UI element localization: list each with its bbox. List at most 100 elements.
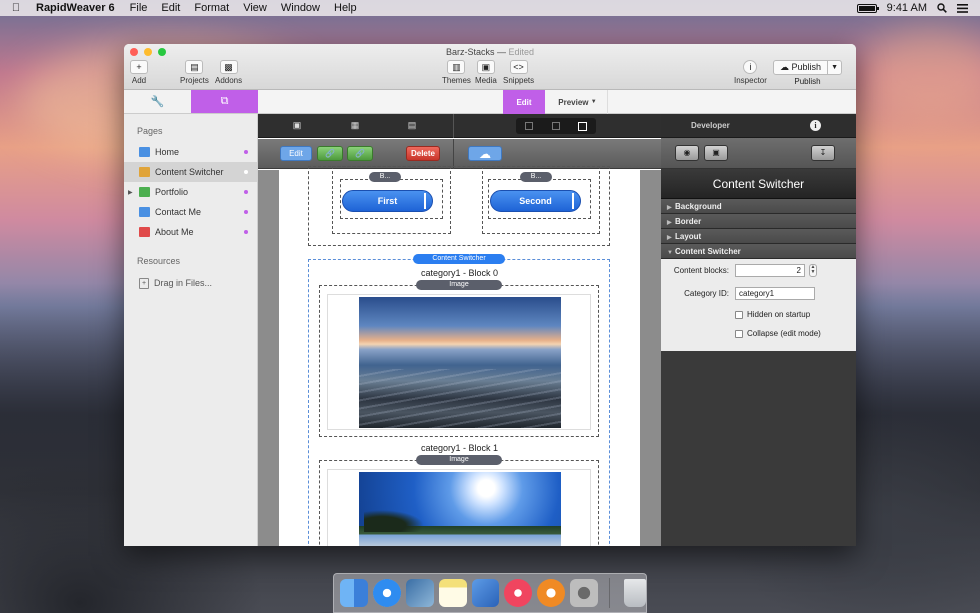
edit-button[interactable]: Edit xyxy=(280,146,312,161)
menu-edit[interactable]: Edit xyxy=(154,2,187,14)
inspector-panel: Developer i ◉ ▣ ↧ Content Switcher ▶ Back… xyxy=(661,114,856,546)
system-preferences-icon[interactable] xyxy=(570,579,599,607)
info-icon[interactable]: i xyxy=(810,120,821,131)
sidebar-item-home[interactable]: Home xyxy=(124,142,257,162)
tab-preview[interactable]: Preview ▼ xyxy=(548,90,608,114)
inspector-button[interactable]: i Inspector xyxy=(734,60,767,85)
publish-group: ☁ Publish ▼ Publish xyxy=(773,60,843,86)
menu-format[interactable]: Format xyxy=(187,2,236,14)
stack-cube-icon[interactable]: ▣ xyxy=(291,120,303,131)
status-dot xyxy=(244,230,248,234)
snippets-button[interactable]: <> Snippets xyxy=(503,60,534,85)
pages-heading: Pages xyxy=(137,126,163,136)
themes-button[interactable]: ▥ Themes xyxy=(442,60,471,85)
sidebar-item-contact-me[interactable]: Contact Me xyxy=(124,202,257,222)
app-menu[interactable]: RapidWeaver 6 xyxy=(28,2,123,14)
collapse-edit-mode-checkbox[interactable]: Collapse (edit mode) xyxy=(735,329,821,338)
menu-view[interactable]: View xyxy=(236,2,274,14)
trash-icon[interactable] xyxy=(624,579,647,607)
edit-canvas: B... First B... Second Content Switcher … xyxy=(258,166,661,546)
apple-menu-icon[interactable]:  xyxy=(4,2,28,14)
menu-window[interactable]: Window xyxy=(274,2,327,14)
notification-center-icon[interactable] xyxy=(957,3,968,13)
wrench-icon: 🔧 xyxy=(150,96,165,108)
menu-help[interactable]: Help xyxy=(327,2,364,14)
export-button[interactable]: ↧ xyxy=(811,145,835,161)
safari-icon[interactable] xyxy=(372,579,401,607)
link-button[interactable]: 🔗 xyxy=(317,146,343,161)
button-stack-pill[interactable]: B... xyxy=(520,172,552,182)
visibility-button[interactable]: ◉ xyxy=(675,145,699,161)
content-blocks-stepper[interactable]: ▲ ▼ xyxy=(809,264,817,277)
tab-pages[interactable]: ⧉ xyxy=(191,90,258,113)
inspector-tools: ◉ ▣ ↧ xyxy=(661,138,856,169)
developer-label: Developer xyxy=(691,121,730,130)
addons-icon: ▩ xyxy=(219,60,238,74)
unlink-button[interactable]: 🔗 xyxy=(347,146,373,161)
title-bar: Barz-Stacks — Edited + Add ▤ Projects ▩ Add… xyxy=(124,44,856,90)
addons-button[interactable]: ▩ Addons xyxy=(215,60,242,85)
image-icon[interactable]: ▤ xyxy=(406,120,418,131)
content-switcher-label[interactable]: Content Switcher xyxy=(413,254,505,264)
menu-file[interactable]: File xyxy=(123,2,155,14)
category-id-field[interactable]: category1 xyxy=(735,287,815,300)
width-full-button[interactable] xyxy=(569,118,596,134)
sidebar: Pages Home Content Switcher ▶ Portfolio … xyxy=(124,114,258,546)
first-button[interactable]: First xyxy=(342,190,433,212)
content-blocks-field[interactable]: 2 xyxy=(735,264,805,277)
layout-icon[interactable]: ▦ xyxy=(349,120,361,131)
tab-edit[interactable]: Edit xyxy=(503,90,545,114)
itunes-icon[interactable] xyxy=(504,579,533,607)
hidden-on-startup-checkbox[interactable]: Hidden on startup xyxy=(735,310,810,319)
mail-icon[interactable] xyxy=(405,579,434,607)
tab-settings[interactable]: 🔧 xyxy=(124,90,191,113)
button-stack-pill[interactable]: B... xyxy=(369,172,401,182)
cloud-button[interactable]: ☁ xyxy=(468,146,502,161)
sidebar-item-content-switcher[interactable]: Content Switcher xyxy=(124,162,257,182)
publish-dropdown-arrow-icon[interactable]: ▼ xyxy=(827,61,841,74)
delete-button[interactable]: Delete xyxy=(406,146,440,161)
beach-sunset-image[interactable] xyxy=(359,297,561,428)
resources-heading: Resources xyxy=(137,256,181,266)
dock xyxy=(333,573,647,613)
app-window: Barz-Stacks — Edited + Add ▤ Projects ▩ Add… xyxy=(124,44,856,546)
page-icon xyxy=(139,227,150,237)
rapidweaver-icon[interactable] xyxy=(471,579,500,607)
content-blocks-label: Content blocks: xyxy=(673,266,729,275)
width-small-button[interactable] xyxy=(516,118,543,134)
status-dot xyxy=(244,170,248,174)
projects-icon: ▤ xyxy=(185,60,204,74)
section-border[interactable]: ▶ Border xyxy=(661,214,856,229)
notes-icon[interactable] xyxy=(438,579,467,607)
section-content-switcher[interactable]: ▼ Content Switcher xyxy=(661,244,856,259)
sidebar-item-about-me[interactable]: About Me xyxy=(124,222,257,242)
sidebar-item-portfolio[interactable]: ▶ Portfolio xyxy=(124,182,257,202)
clock[interactable]: 9:41 AM xyxy=(887,2,927,14)
second-button[interactable]: Second xyxy=(490,190,581,212)
category-id-label: Category ID: xyxy=(684,289,729,298)
disclosure-triangle-icon[interactable]: ▶ xyxy=(128,189,133,196)
themes-icon: ▥ xyxy=(447,60,466,74)
lock-button[interactable]: ▣ xyxy=(704,145,728,161)
stack-actions-bar: Edit 🔗 🔗 Delete ☁ xyxy=(258,139,661,169)
publish-button[interactable]: ☁ Publish ▼ xyxy=(773,60,843,75)
section-layout[interactable]: ▶ Layout xyxy=(661,229,856,244)
projects-button[interactable]: ▤ Projects xyxy=(180,60,209,85)
file-add-icon: + xyxy=(139,277,149,289)
menu-bar:  RapidWeaver 6 File Edit Format View Wi… xyxy=(0,0,980,16)
add-button[interactable]: + Add xyxy=(130,60,148,85)
media-button[interactable]: ▣ Media xyxy=(475,60,497,85)
code-icon: <> xyxy=(509,60,528,74)
image-stack-pill[interactable]: Image xyxy=(416,455,502,465)
image-stack-pill[interactable]: Image xyxy=(416,280,502,290)
drag-in-files[interactable]: + Drag in Files... xyxy=(124,274,257,292)
beach-sun-image[interactable] xyxy=(359,472,561,546)
sidebar-tabs: 🔧 ⧉ xyxy=(124,90,258,114)
content-switcher-properties: Content blocks: 2 ▲ ▼ Category ID: catego… xyxy=(661,259,856,351)
battery-icon[interactable] xyxy=(856,3,879,13)
finder-icon[interactable] xyxy=(340,579,368,607)
section-background[interactable]: ▶ Background xyxy=(661,199,856,214)
width-medium-button[interactable] xyxy=(543,118,570,134)
ibooks-icon[interactable] xyxy=(537,579,566,607)
spotlight-search-icon[interactable] xyxy=(937,3,947,13)
